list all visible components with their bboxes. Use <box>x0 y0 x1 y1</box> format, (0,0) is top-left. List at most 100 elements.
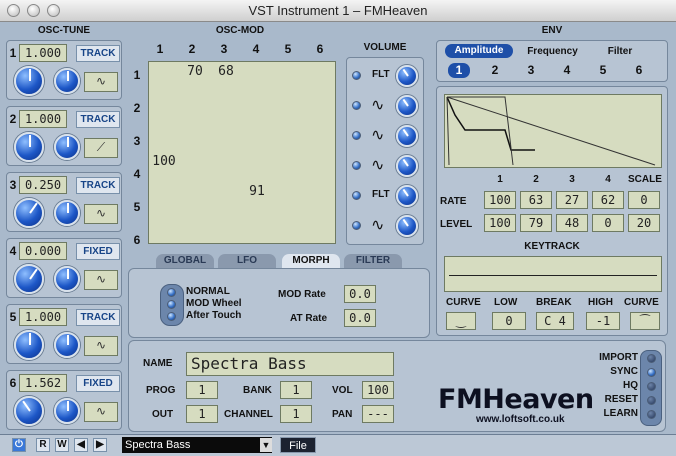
osc-waveform-icon[interactable]: ∿ <box>84 72 118 92</box>
osc-mod-cell[interactable] <box>274 64 302 82</box>
osc-mod-cell[interactable] <box>305 94 333 112</box>
env-rate-value[interactable]: 100 <box>484 191 516 209</box>
osc-tune-knob[interactable] <box>14 66 44 96</box>
volume-led[interactable] <box>352 71 361 80</box>
out-value[interactable]: 1 <box>186 405 218 423</box>
osc-mode-toggle[interactable]: TRACK <box>76 177 120 194</box>
env-rate-value[interactable]: 0 <box>628 191 660 209</box>
env-rate-value[interactable]: 27 <box>556 191 588 209</box>
tab-morph[interactable]: MORPH <box>282 254 340 268</box>
channel-value[interactable]: 1 <box>280 405 312 423</box>
osc-mod-cell[interactable] <box>305 214 333 232</box>
flag-led[interactable] <box>647 382 656 391</box>
osc-waveform-icon[interactable]: ∿ <box>84 336 118 356</box>
osc-mod-cell[interactable] <box>243 94 271 112</box>
osc-mod-cell[interactable] <box>150 214 178 232</box>
osc-mod-cell[interactable] <box>181 124 209 142</box>
osc-waveform-icon[interactable]: ∿ <box>84 270 118 290</box>
env-rate-value[interactable]: 62 <box>592 191 624 209</box>
osc-mode-toggle[interactable]: TRACK <box>76 45 120 62</box>
osc-fine-knob[interactable] <box>54 266 80 292</box>
osc-mod-cell[interactable]: 68 <box>212 64 240 82</box>
osc-fine-knob[interactable] <box>54 68 80 94</box>
flag-led[interactable] <box>647 410 656 419</box>
env-osc-select-3[interactable]: 3 <box>520 63 542 78</box>
osc-ratio-value[interactable]: 1.000 <box>19 308 67 326</box>
osc-mod-cell[interactable]: 91 <box>243 184 271 202</box>
flag-led[interactable] <box>647 368 656 377</box>
env-osc-select-1[interactable]: 1 <box>448 63 470 78</box>
osc-ratio-value[interactable]: 0.000 <box>19 242 67 260</box>
keytrack-high[interactable]: -1 <box>586 312 620 330</box>
osc-mod-cell[interactable] <box>212 154 240 172</box>
env-level-value[interactable]: 100 <box>484 214 516 232</box>
env-osc-select-4[interactable]: 4 <box>556 63 578 78</box>
osc-mod-cell[interactable] <box>212 94 240 112</box>
flag-led[interactable] <box>647 354 656 363</box>
osc-tune-knob[interactable] <box>14 396 44 426</box>
curve-high-icon[interactable]: ⁀ <box>630 312 660 330</box>
volume-knob[interactable] <box>396 95 418 117</box>
volume-led[interactable] <box>352 101 361 110</box>
tab-global[interactable]: GLOBAL <box>156 254 214 268</box>
osc-tune-knob[interactable] <box>14 330 44 360</box>
osc-mod-cell[interactable] <box>212 214 240 232</box>
osc-mod-cell[interactable] <box>150 124 178 142</box>
osc-tune-knob[interactable] <box>14 198 44 228</box>
morph-source-led[interactable] <box>167 312 176 321</box>
osc-mod-cell[interactable] <box>305 124 333 142</box>
osc-waveform-icon[interactable]: ∿ <box>84 204 118 224</box>
volume-knob[interactable] <box>396 155 418 177</box>
tab-lfo[interactable]: LFO <box>218 254 276 268</box>
minimize-icon[interactable] <box>27 4 40 17</box>
zoom-icon[interactable] <box>47 4 60 17</box>
osc-mod-cell[interactable] <box>212 184 240 202</box>
morph-source-led[interactable] <box>167 300 176 309</box>
morph-source-led[interactable] <box>167 288 176 297</box>
osc-mod-cell[interactable] <box>181 154 209 172</box>
osc-mod-cell[interactable] <box>305 64 333 82</box>
bottom-button[interactable]: W <box>55 438 69 452</box>
env-osc-select-2[interactable]: 2 <box>484 63 506 78</box>
osc-mod-cell[interactable] <box>150 94 178 112</box>
curve-low-icon[interactable]: ‿ <box>446 312 476 330</box>
osc-mod-cell[interactable] <box>212 124 240 142</box>
volume-knob[interactable] <box>396 125 418 147</box>
env-level-value[interactable]: 0 <box>592 214 624 232</box>
osc-mode-toggle[interactable]: FIXED <box>76 243 120 260</box>
osc-waveform-icon[interactable]: ⟋ <box>84 138 118 158</box>
tab-filter[interactable]: FILTER <box>344 254 402 268</box>
env-tab-frequency[interactable]: Frequency <box>520 46 585 57</box>
osc-waveform-icon[interactable]: ∿ <box>84 402 118 422</box>
osc-tune-knob[interactable] <box>14 132 44 162</box>
keytrack-break[interactable]: C 4 <box>536 312 574 330</box>
env-rate-value[interactable]: 63 <box>520 191 552 209</box>
env-tab-amplitude[interactable]: Amplitude <box>445 44 513 58</box>
osc-mod-cell[interactable] <box>243 124 271 142</box>
osc-mod-cell[interactable]: 100 <box>150 154 178 172</box>
volume-led[interactable] <box>352 221 361 230</box>
env-osc-select-6[interactable]: 6 <box>628 63 650 78</box>
osc-mod-cell[interactable] <box>305 184 333 202</box>
env-tab-filter[interactable]: Filter <box>590 46 650 57</box>
volume-led[interactable] <box>352 191 361 200</box>
osc-mod-cell[interactable] <box>274 154 302 172</box>
osc-mod-cell[interactable] <box>181 184 209 202</box>
osc-mode-toggle[interactable]: TRACK <box>76 111 120 128</box>
volume-knob[interactable] <box>396 65 418 87</box>
osc-mode-toggle[interactable]: FIXED <box>76 375 120 392</box>
osc-mod-cell[interactable] <box>274 124 302 142</box>
osc-mod-cell[interactable]: 70 <box>181 64 209 82</box>
patch-name-field[interactable]: Spectra Bass <box>186 352 394 376</box>
osc-mode-toggle[interactable]: TRACK <box>76 309 120 326</box>
env-level-value[interactable]: 79 <box>520 214 552 232</box>
osc-ratio-value[interactable]: 1.000 <box>19 44 67 62</box>
osc-mod-cell[interactable] <box>181 94 209 112</box>
volume-knob[interactable] <box>396 185 418 207</box>
osc-mod-cell[interactable] <box>243 64 271 82</box>
preset-dropdown-icon[interactable]: ▼ <box>260 438 272 452</box>
osc-mod-cell[interactable] <box>181 214 209 232</box>
osc-mod-cell[interactable] <box>305 154 333 172</box>
vol-value[interactable]: 100 <box>362 381 394 399</box>
file-button[interactable]: File <box>280 437 316 453</box>
